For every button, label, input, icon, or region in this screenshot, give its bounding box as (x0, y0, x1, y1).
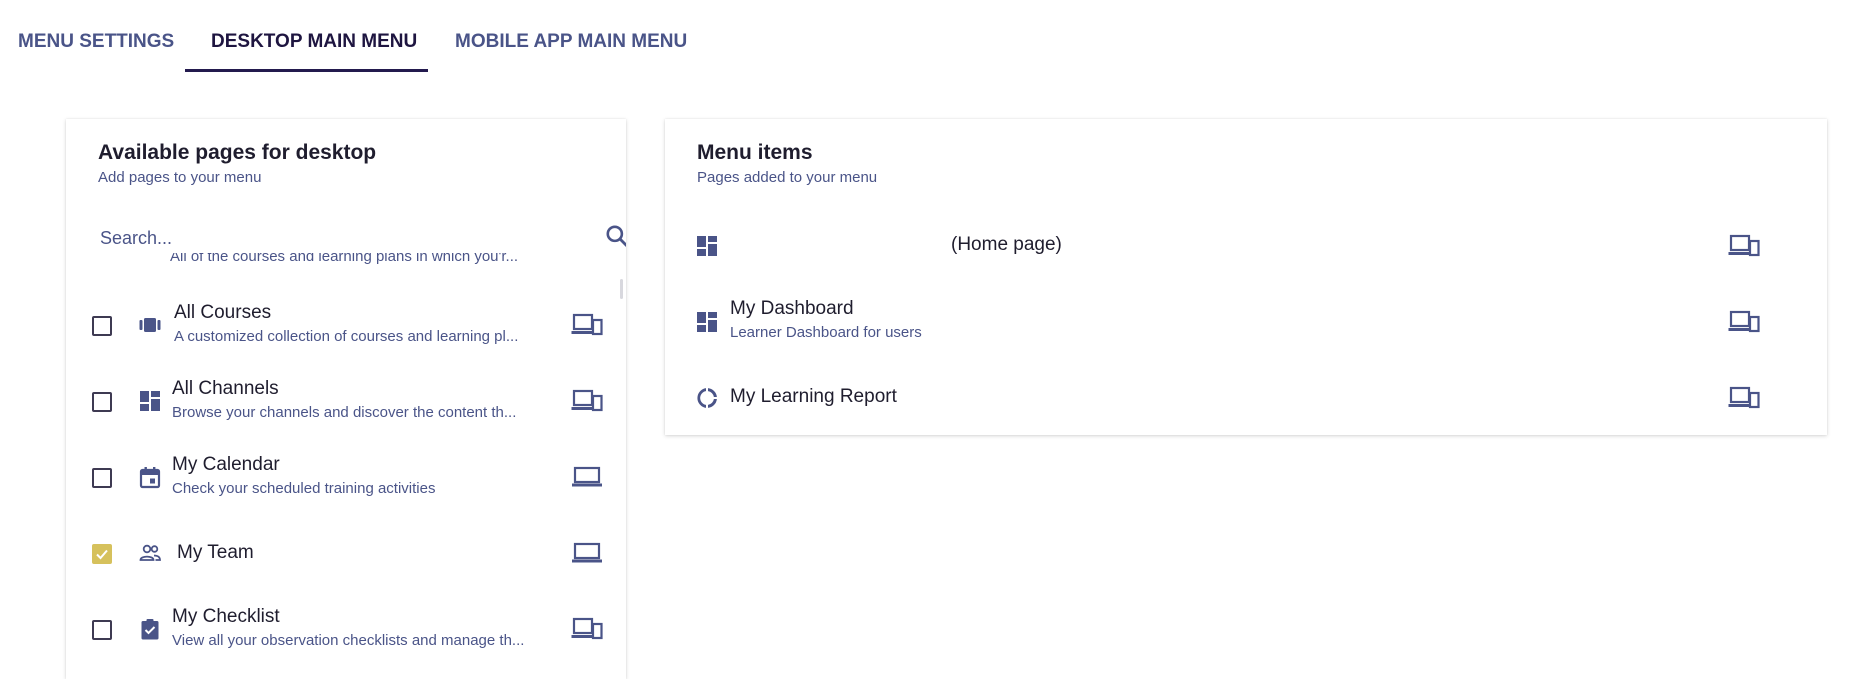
search-icon[interactable] (604, 223, 626, 249)
checkbox[interactable] (92, 392, 112, 412)
checkbox[interactable] (92, 620, 112, 640)
menu-items-subtitle: Pages added to your menu (697, 169, 878, 186)
dashboard-icon (697, 312, 717, 332)
menu-item-my-learning-report[interactable]: My Learning Report (665, 360, 1827, 436)
search-input[interactable] (98, 219, 542, 257)
page-description: View all your observation checklists and… (172, 632, 525, 649)
page-title: All Courses (174, 302, 272, 323)
page-description: A customized collection of courses and l… (174, 328, 519, 345)
clipped-description: All of the courses and learning plans in… (170, 253, 519, 265)
desktop-mobile-icon[interactable] (571, 388, 603, 414)
menu-item-my-dashboard[interactable]: My Dashboard Learner Dashboard for users (665, 284, 1827, 360)
laptop-icon[interactable] (571, 540, 603, 566)
desktop-mobile-icon[interactable] (571, 616, 603, 642)
desktop-mobile-icon[interactable] (571, 312, 603, 338)
menu-item-title: My Learning Report (730, 386, 897, 407)
menu-item-home[interactable]: (Home page) (665, 208, 1827, 284)
available-pages-subtitle: Add pages to your menu (98, 169, 262, 186)
available-pages-title: Available pages for desktop (98, 141, 377, 164)
home-page-label: (Home page) (951, 234, 1062, 255)
checkmark-icon (96, 549, 108, 560)
desktop-mobile-icon[interactable] (1727, 385, 1761, 411)
page-title: My Team (177, 542, 254, 563)
tab-bar: MENU SETTINGS DESKTOP MAIN MENU MOBILE A… (0, 0, 700, 73)
menu-item-description: Learner Dashboard for users (730, 324, 922, 341)
tab-desktop-main-menu[interactable]: DESKTOP MAIN MENU (211, 0, 417, 73)
tab-menu-settings[interactable]: MENU SETTINGS (18, 0, 174, 73)
courses-icon (139, 318, 161, 332)
page-title: My Calendar (172, 454, 280, 475)
menu-items-card: Menu items Pages added to your menu (Hom… (665, 119, 1827, 435)
page-row-my-team[interactable]: My Team (66, 516, 626, 592)
checkbox-checked[interactable] (92, 544, 112, 564)
dashboard-icon (697, 236, 717, 256)
dashboard-icon (140, 391, 160, 411)
page-row-my-calendar[interactable]: My Calendar Check your scheduled trainin… (66, 440, 626, 516)
desktop-mobile-icon[interactable] (1727, 309, 1761, 335)
page-description: Browse your channels and discover the co… (172, 404, 517, 421)
laptop-icon[interactable] (571, 464, 603, 490)
page-row-all-channels[interactable]: All Channels Browse your channels and di… (66, 364, 626, 440)
checklist-icon (141, 619, 159, 640)
desktop-mobile-icon[interactable] (1727, 233, 1761, 259)
checkbox[interactable] (92, 468, 112, 488)
team-icon (139, 544, 161, 561)
menu-item-title: My Dashboard (730, 298, 854, 319)
page-title: All Channels (172, 378, 279, 399)
page-description: Check your scheduled training activities (172, 480, 436, 497)
page-title: My Checklist (172, 606, 280, 627)
page-row-all-courses[interactable]: All Courses A customized collection of c… (66, 288, 626, 364)
report-icon (697, 388, 717, 408)
active-tab-indicator (185, 69, 428, 72)
available-pages-card: Available pages for desktop Add pages to… (66, 119, 626, 679)
menu-items-title: Menu items (697, 141, 813, 164)
checkbox[interactable] (92, 316, 112, 336)
tab-mobile-app-main-menu[interactable]: MOBILE APP MAIN MENU (455, 0, 687, 73)
calendar-icon (139, 467, 161, 489)
